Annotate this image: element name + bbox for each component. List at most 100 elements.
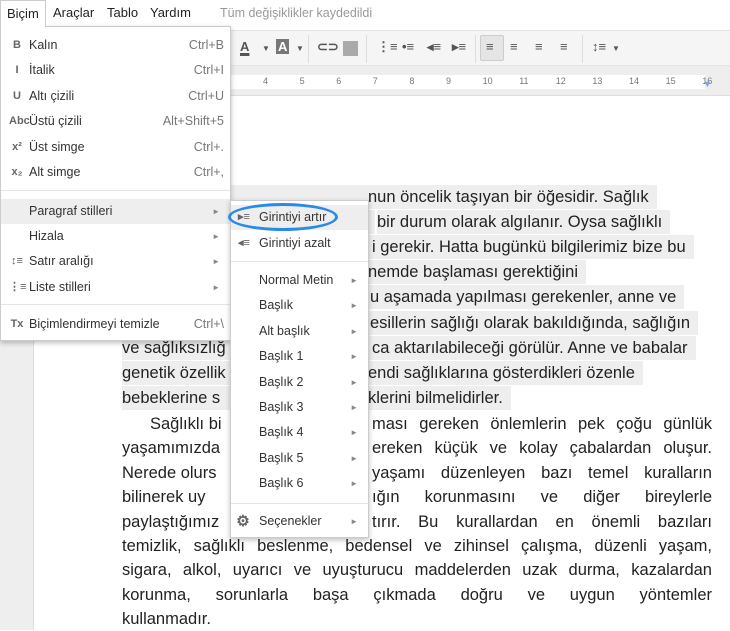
ruler-number: 7 (372, 76, 378, 86)
menu-item-altı-çizili[interactable]: U Altı çizili Ctrl+U (1, 84, 230, 109)
menu-item-kalın[interactable]: B Kalın Ctrl+B (1, 33, 230, 58)
chevron-down-icon[interactable]: ▼ (262, 44, 270, 53)
menu-item-paragraf-stilleri[interactable]: Paragraf stilleri ► (1, 199, 230, 224)
text-line-fragment: nun öncelik taşıyan bir öğesidir. Sağlık (368, 185, 657, 209)
right-indent-marker-icon[interactable]: ▼ (703, 79, 712, 89)
text-line-fragment: yaşamı düzenleyen bazı temel kuralların (372, 463, 712, 482)
menu-item-style[interactable]: Normal Metin ► (231, 268, 368, 293)
italic-icon: I (15, 64, 19, 76)
menu-item-hizala[interactable]: Hizala ► (1, 224, 230, 249)
submenu-arrow-icon: ► (350, 479, 358, 489)
ruler-number: 12 (555, 76, 566, 86)
submenu-arrow-icon: ► (350, 326, 358, 336)
link-icon[interactable]: ⊂⊃ (317, 39, 339, 55)
text-line-fragment: klerini bilmelidirler. (368, 385, 511, 410)
menu-item-liste-stilleri[interactable]: ⋮≡ Liste stilleri ► (1, 275, 230, 300)
menu-item-style[interactable]: Başlık 2 ► (231, 370, 368, 395)
menu-help[interactable]: Yardım (150, 5, 191, 20)
line-spacing-icon: ↕≡ (11, 255, 23, 267)
bold-icon: B (13, 39, 21, 51)
align-right-icon[interactable]: ≡ (535, 39, 543, 54)
align-justify-icon[interactable]: ≡ (560, 39, 568, 54)
clear-formatting-icon: Tx (10, 318, 24, 330)
submenu-arrow-icon: ► (350, 276, 358, 285)
menu-format[interactable]: Biçim (0, 0, 46, 27)
menu-item-options[interactable]: ⚙ Seçenekler ► (231, 509, 368, 534)
ruler-number: 5 (299, 76, 305, 86)
align-center-icon[interactable]: ≡ (510, 39, 518, 54)
menu-item-style[interactable]: Başlık 4 ► (231, 420, 368, 445)
style-label: Normal Metin (259, 273, 334, 287)
ruler-number: 11 (519, 76, 529, 86)
style-label: Başlık 3 (259, 400, 304, 414)
ruler-number: 15 (665, 76, 676, 86)
decrease-indent-icon[interactable]: ◂≡ (427, 39, 441, 55)
highlight-color-icon[interactable]: A (276, 39, 290, 54)
menu-item-satır-aralığı[interactable]: ↕≡ Satır aralığı ► (1, 249, 230, 274)
ruler-number: 13 (592, 76, 603, 86)
style-label: Başlık 1 (259, 349, 304, 364)
menu-item-label: Altı çizili (29, 89, 75, 103)
submenu-arrow-icon: ► (212, 207, 220, 216)
menu-item-biçimlendirmeyi-temizle[interactable]: Tx Biçimlendirmeyi temizle Ctrl+\ (1, 312, 230, 337)
shortcut-label: Ctrl+\ (193, 317, 224, 331)
shortcut-label: Ctrl+, (193, 165, 224, 179)
bulleted-list-icon[interactable]: •≡ (402, 39, 414, 54)
menu-item-decrease-indent[interactable]: ◂≡ Girintiyi azalt (231, 231, 368, 256)
menu-item-style[interactable]: Başlık ► (231, 293, 368, 318)
menu-item-label: Paragraf stilleri (29, 204, 113, 218)
shortcut-label: Ctrl+B (188, 38, 224, 52)
subscript-icon: x₂ (11, 166, 23, 178)
style-label: Başlık 4 (259, 425, 304, 440)
menu-item-style[interactable]: Başlık 1 ► (231, 344, 368, 369)
style-label: Başlık 5 (259, 450, 304, 465)
submenu-arrow-icon: ► (350, 301, 358, 311)
menu-tools[interactable]: Araçlar (53, 5, 94, 20)
menu-separator (1, 190, 230, 191)
ruler-number: 4 (263, 76, 269, 86)
menu-item-style[interactable]: Alt başlık ► (231, 319, 368, 344)
menu-item-i̇talik[interactable]: I İtalik Ctrl+I (1, 58, 230, 83)
increase-indent-icon[interactable]: ▸≡ (452, 39, 466, 55)
list-icon: ⋮≡ (9, 281, 27, 293)
text-color-icon[interactable]: A (240, 39, 249, 54)
menu-item-üstü-çizili[interactable]: Abc Üstü çizili Alt+Shift+5 (1, 109, 230, 134)
menu-item-üst-simge[interactable]: x² Üst simge Ctrl+. (1, 135, 230, 160)
align-left-icon[interactable]: ≡ (480, 35, 504, 61)
style-label: Başlık 2 (259, 374, 304, 389)
menu-item-label: Liste stilleri (29, 280, 91, 294)
menu-item-style[interactable]: Başlık 3 ► (231, 395, 368, 420)
menu-item-style[interactable]: Başlık 5 ► (231, 446, 368, 471)
style-label: Alt başlık (259, 323, 310, 338)
menu-item-label: Hizala (29, 229, 64, 243)
menu-item-label: Biçimlendirmeyi temizle (29, 317, 160, 331)
text-line: sigara, alkol, uyarıcı ve uyuşturucu mad… (122, 561, 712, 580)
submenu-arrow-icon: ► (350, 352, 358, 362)
text-line-fragment: endi sağlıklarına gösterdikleri özenle (368, 360, 643, 385)
highlight-annotation-ellipse (228, 203, 338, 231)
text-line-fragment: esillerin sağlığı olarak bakıldığında, s… (370, 310, 699, 335)
text-line-fragment: bilinerek uy (122, 488, 206, 507)
text-line-fragment: paylaştığımız (122, 512, 220, 531)
text-line-fragment: Sağlıklı bi (150, 415, 222, 433)
decrease-indent-icon: ◂≡ (238, 237, 250, 249)
text-line-fragment: i gerekir. Hatta bugünkü bilgilerimiz bi… (372, 235, 694, 260)
chevron-down-icon[interactable]: ▼ (296, 44, 304, 53)
ruler-number: 8 (409, 76, 415, 86)
text-line-fragment: tırır. Bu kurallardan en önemli bazıları (372, 512, 712, 531)
menu-item-alt-simge[interactable]: x₂ Alt simge Ctrl+, (1, 160, 230, 185)
submenu-arrow-icon: ► (212, 257, 220, 266)
shortcut-label: Ctrl+I (193, 63, 224, 77)
ruler-number: 9 (446, 76, 452, 86)
text-line-fragment: ereken küçük ve kolay çabalardan oluşur. (372, 439, 712, 458)
chevron-down-icon[interactable]: ▼ (612, 44, 620, 53)
strikethrough-icon: Abc (9, 115, 30, 127)
numbered-list-icon[interactable]: ⋮≡ (377, 39, 398, 55)
menu-item-style[interactable]: Başlık 6 ► (231, 471, 368, 496)
image-icon[interactable] (343, 41, 358, 56)
menu-table[interactable]: Tablo (107, 5, 138, 20)
text-line-fragment: Nerede olurs (122, 463, 217, 482)
text-line-fragment: ığın korunmasını ve diğer bireylerle (372, 488, 712, 507)
ruler-number: 10 (482, 76, 493, 86)
line-spacing-icon[interactable]: ↕≡ (592, 39, 606, 54)
